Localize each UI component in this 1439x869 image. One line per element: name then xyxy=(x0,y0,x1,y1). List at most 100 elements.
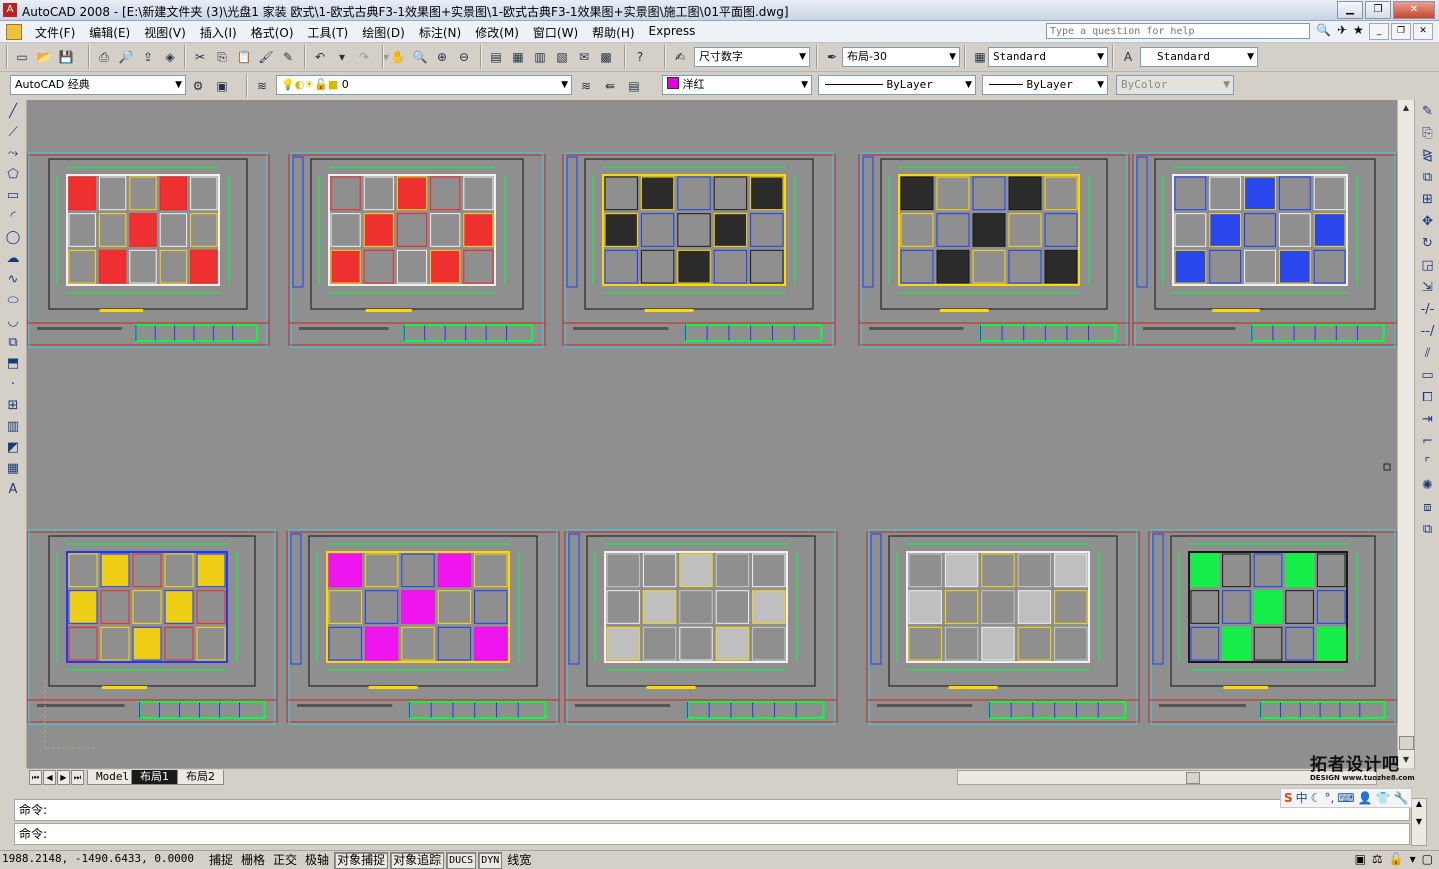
menu-item[interactable]: 编辑(E) xyxy=(82,24,137,41)
offset-icon[interactable]: ⧉ xyxy=(1417,167,1439,188)
menu-item[interactable]: 标注(N) xyxy=(412,24,468,41)
status-toggle-button[interactable]: 捕捉 xyxy=(206,852,236,869)
workspace-settings-icon[interactable]: ⚙ xyxy=(188,76,208,96)
array-icon[interactable]: ⊞ xyxy=(1417,189,1439,210)
sheet-set-manager-icon[interactable]: ▧ xyxy=(552,47,572,67)
new-file-icon[interactable]: ▭ xyxy=(12,47,32,67)
menu-item[interactable]: 修改(M) xyxy=(468,24,526,41)
menu-item[interactable]: 工具(T) xyxy=(301,24,356,41)
doc-restore-button[interactable]: ❐ xyxy=(1391,23,1411,40)
help-icon[interactable]: ? xyxy=(630,47,650,67)
mirror-icon[interactable]: ⧎ xyxy=(1417,145,1439,166)
next-tab-icon[interactable]: ▶ xyxy=(57,770,70,785)
plot-preview-icon[interactable]: 🔎 xyxy=(116,47,136,67)
lock-icon[interactable]: 🔓 xyxy=(1389,852,1404,866)
gradient-icon[interactable]: ▥ xyxy=(2,416,24,436)
menu-item[interactable]: 帮助(H) xyxy=(585,24,641,41)
autocad-app-icon[interactable]: A xyxy=(3,3,17,17)
table-style-select[interactable]: Standard ▼ xyxy=(988,47,1108,67)
menu-item[interactable]: 格式(O) xyxy=(244,24,301,41)
text-style-select[interactable]: Standard ▼ xyxy=(1140,47,1258,67)
ellipse-arc-icon[interactable]: ◡ xyxy=(2,311,24,331)
construction-line-icon[interactable]: ⟋ xyxy=(2,122,24,142)
my-workspace-icon[interactable]: ▣ xyxy=(212,76,232,96)
extend-icon[interactable]: --/ xyxy=(1417,321,1439,342)
publish-icon[interactable]: ⇪ xyxy=(138,47,158,67)
color-select[interactable]: 洋红 ▼ xyxy=(662,75,812,95)
scroll-up-icon[interactable]: ▲ xyxy=(1398,100,1414,116)
status-toggle-button[interactable]: 正交 xyxy=(270,852,300,869)
zoom-previous-icon[interactable]: ⊖ xyxy=(454,47,474,67)
maximize-button[interactable]: ❐ xyxy=(1365,1,1391,19)
mtext-icon[interactable]: A xyxy=(2,479,24,499)
join-icon[interactable]: ⧠ xyxy=(1417,387,1439,408)
tool-palettes-icon[interactable]: ▥ xyxy=(530,47,550,67)
markup-set-manager-icon[interactable]: ✉ xyxy=(574,47,594,67)
undo-icon[interactable]: ↶ xyxy=(310,47,330,67)
annotation-scale-icon[interactable]: ⚖ xyxy=(1372,852,1383,866)
block-editor-icon[interactable]: ✎ xyxy=(278,47,298,67)
vertical-scrollbar[interactable]: ▲ ▼ xyxy=(1397,100,1414,768)
open-file-icon[interactable]: 📂 xyxy=(34,47,54,67)
vertical-scroll-thumb[interactable] xyxy=(1399,736,1414,750)
menu-item[interactable]: Express xyxy=(642,24,703,41)
design-center-icon[interactable]: ▦ xyxy=(508,47,528,67)
wrench-icon[interactable]: 🔧 xyxy=(1394,789,1409,807)
break-at-point-icon[interactable]: ⫽ xyxy=(1417,343,1439,364)
lineweight-select[interactable]: ByLayer ▼ xyxy=(982,75,1108,95)
copy-icon[interactable]: ⎘ xyxy=(1417,123,1439,144)
region-icon[interactable]: ◩ xyxy=(2,437,24,457)
status-toggle-button[interactable]: 线宽 xyxy=(504,852,534,869)
dimension-style-icon[interactable]: ✍ xyxy=(670,47,690,67)
doc-close-button[interactable]: ✕ xyxy=(1413,23,1433,40)
multileader-style-icon[interactable]: ✒ xyxy=(822,47,842,67)
match-properties-icon[interactable]: 🖌 xyxy=(256,47,276,67)
doc-minimize-button[interactable]: _ xyxy=(1369,23,1389,40)
make-object-layer-current-icon[interactable]: ≋ xyxy=(576,76,596,96)
polygon-icon[interactable]: ⬠ xyxy=(2,164,24,184)
erase-icon[interactable]: ✎ xyxy=(1417,101,1439,122)
rectangle-icon[interactable]: ▭ xyxy=(2,185,24,205)
layer-states-icon[interactable]: ▤ xyxy=(624,76,644,96)
plot-icon[interactable]: ⎙ xyxy=(94,47,114,67)
ellipse-icon[interactable]: ⬭ xyxy=(2,290,24,310)
copy-clip-icon[interactable]: ⎘ xyxy=(212,47,232,67)
draworder-icon[interactable]: ✺ xyxy=(1417,475,1439,496)
break-icon[interactable]: ▭ xyxy=(1417,365,1439,386)
spline-icon[interactable]: ∿ xyxy=(2,269,24,289)
workspace-select[interactable]: AutoCAD 经典 ▼ xyxy=(10,75,186,95)
drawing-canvas[interactable] xyxy=(27,100,1397,768)
linetype-select[interactable]: ByLayer ▼ xyxy=(818,75,976,95)
polyline-icon[interactable]: ⤳ xyxy=(2,143,24,163)
point-icon[interactable]: · xyxy=(2,374,24,394)
prev-tab-icon[interactable]: ◀ xyxy=(43,770,56,785)
trim-icon[interactable]: -/- xyxy=(1417,299,1439,320)
table-style-icon[interactable]: ▦ xyxy=(970,47,990,67)
layer-previous-icon[interactable]: ⇚ xyxy=(600,76,620,96)
3d-dwf-icon[interactable]: ◈ xyxy=(160,47,180,67)
text-style-icon[interactable]: A xyxy=(1118,47,1138,67)
search-help-icon[interactable]: 🔍 xyxy=(1316,23,1331,37)
status-toggle-button[interactable]: DYN xyxy=(478,852,503,869)
revision-cloud-icon[interactable]: ☁ xyxy=(2,248,24,268)
insert-block-icon[interactable]: ⧉ xyxy=(2,332,24,352)
keyboard-icon[interactable]: ⌨ xyxy=(1337,789,1354,807)
menu-item[interactable]: 文件(F) xyxy=(28,24,82,41)
sogou-icon[interactable]: S xyxy=(1284,789,1293,807)
ime-toolbar[interactable]: S 中 ☾ °, ⌨ 👤 👕 🔧 xyxy=(1280,788,1413,808)
status-toggle-button[interactable]: 栅格 xyxy=(238,852,268,869)
dimension-style-select[interactable]: 尺寸数字 ▼ xyxy=(694,47,810,67)
redo-icon[interactable]: ↷ xyxy=(354,47,374,67)
zoom-realtime-icon[interactable]: 🔍 xyxy=(410,47,430,67)
command-scrollbar[interactable]: ▲ ▼ xyxy=(1411,798,1427,846)
menu-item[interactable]: 窗口(W) xyxy=(526,24,585,41)
layer-select[interactable]: 💡◐☀🔓■ 0 ▼ xyxy=(276,75,572,95)
layer-properties-manager-icon[interactable]: ≋ xyxy=(252,76,272,96)
make-block-icon[interactable]: ⬒ xyxy=(2,353,24,373)
circle-icon[interactable]: ◯ xyxy=(2,227,24,247)
stretch-icon[interactable]: ⇲ xyxy=(1417,277,1439,298)
chamfer-icon[interactable]: ⇥ xyxy=(1417,409,1439,430)
explode-icon[interactable]: ⌜ xyxy=(1417,453,1439,474)
table-icon[interactable]: ▦ xyxy=(2,458,24,478)
document-icon[interactable] xyxy=(6,24,22,40)
